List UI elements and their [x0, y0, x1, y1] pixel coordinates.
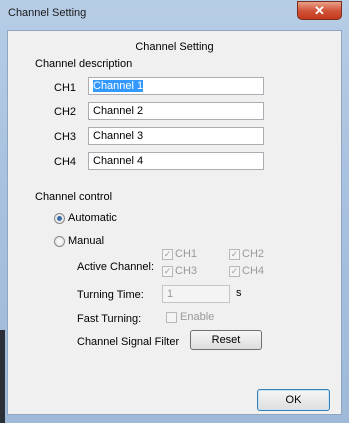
title-bar[interactable]: Channel Setting ✕: [0, 0, 349, 26]
active-channel-label: Active Channel:: [77, 261, 155, 273]
automatic-label[interactable]: Automatic: [68, 212, 117, 224]
reset-button[interactable]: Reset: [190, 330, 262, 350]
close-button[interactable]: ✕: [297, 1, 342, 20]
ch3-label: CH3: [54, 131, 77, 143]
ch4-name-input[interactable]: Channel 4: [88, 152, 264, 170]
window-title: Channel Setting: [8, 7, 87, 19]
active-ch2-checkbox[interactable]: ✓: [229, 249, 240, 260]
active-ch1-checkbox[interactable]: ✓: [162, 249, 173, 260]
active-ch4-label: CH4: [242, 265, 265, 277]
channel-description-label: Channel description: [35, 58, 133, 70]
ch4-label: CH4: [54, 156, 77, 168]
ch1-label: CH1: [54, 82, 77, 94]
ch3-name-input[interactable]: Channel 3: [88, 127, 264, 145]
background-edge: [0, 330, 5, 423]
fast-turning-enable-label: Enable: [180, 311, 215, 323]
automatic-radio[interactable]: [54, 213, 65, 224]
ch2-label: CH2: [54, 106, 77, 118]
ch1-name-input[interactable]: Channel 1: [88, 77, 264, 95]
ok-button[interactable]: OK: [257, 389, 330, 411]
active-ch1-label: CH1: [175, 248, 198, 260]
manual-radio[interactable]: [54, 236, 65, 247]
ch2-name-input[interactable]: Channel 2: [88, 102, 264, 120]
active-ch3-label: CH3: [175, 265, 198, 277]
fast-turning-label: Fast Turning:: [77, 313, 142, 325]
active-ch2-label: CH2: [242, 248, 265, 260]
active-ch4-checkbox[interactable]: ✓: [229, 266, 240, 277]
signal-filter-label: Channel Signal Filter: [77, 336, 180, 348]
manual-label[interactable]: Manual: [68, 235, 104, 247]
channel-control-label: Channel control: [35, 191, 113, 203]
turning-time-unit: s: [236, 287, 242, 299]
dialog-header: Channel Setting: [135, 41, 214, 53]
active-ch3-checkbox[interactable]: ✓: [162, 266, 173, 277]
turning-time-label: Turning Time:: [77, 289, 144, 301]
dialog-window: Channel Setting ✕ Channel Setting Channe…: [0, 0, 349, 423]
turning-time-input[interactable]: 1: [162, 285, 230, 303]
fast-turning-checkbox[interactable]: [166, 312, 177, 323]
close-icon: ✕: [314, 2, 325, 18]
dialog-content: Channel Setting Channel description CH1 …: [7, 30, 342, 415]
